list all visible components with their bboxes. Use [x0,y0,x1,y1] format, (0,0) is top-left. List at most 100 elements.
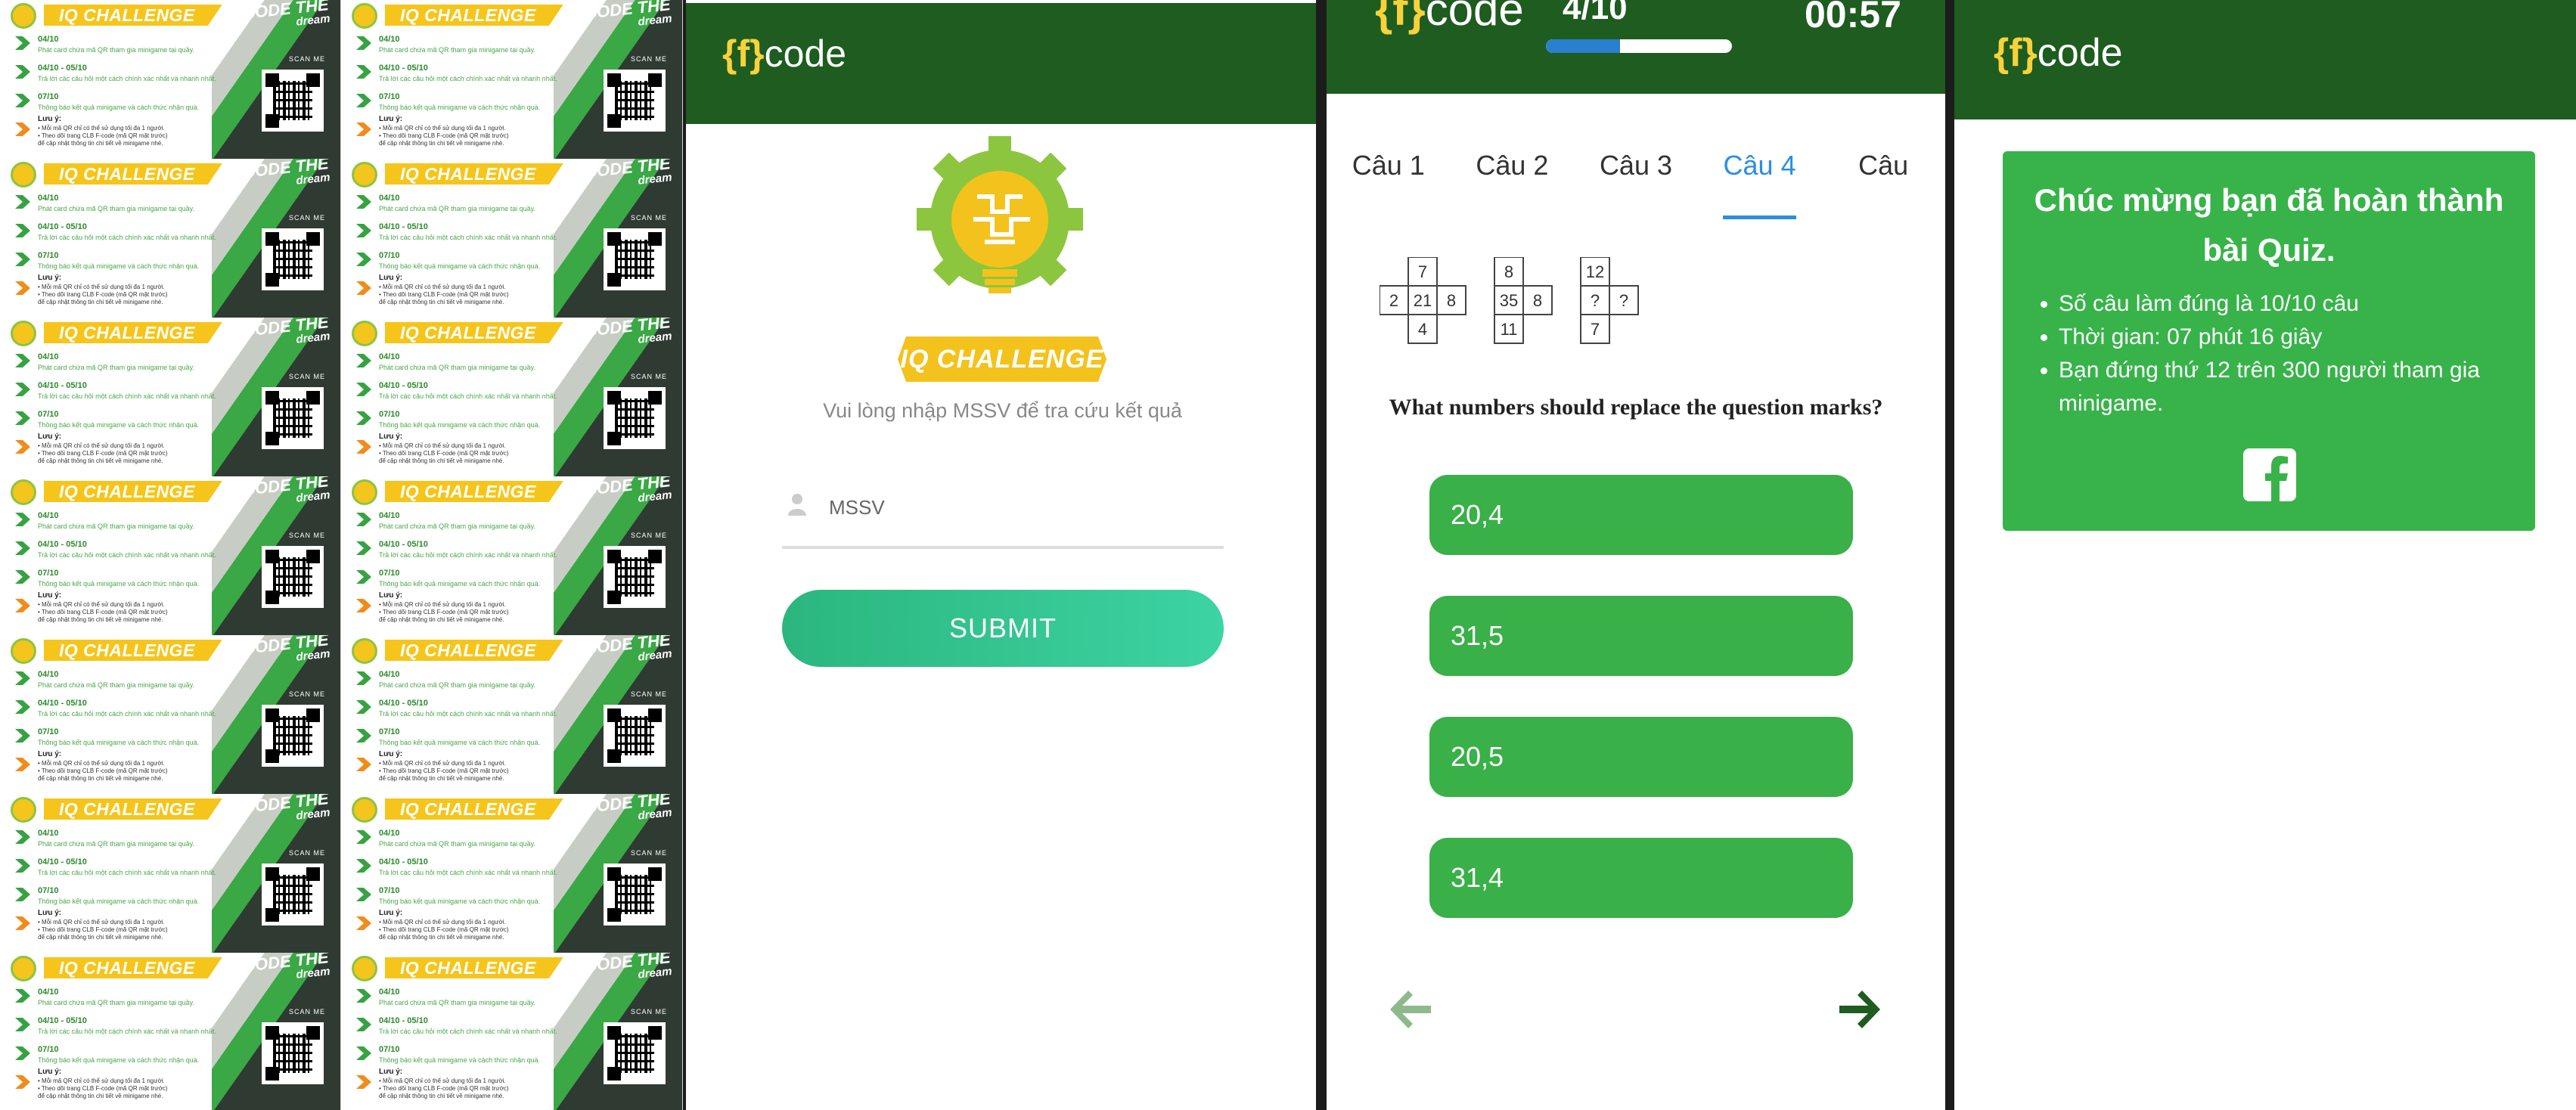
poster-note-1: • Mỗi mã QR chỉ có thể sử dụng tối đa 1 … [379,601,506,608]
chevron-right-icon [15,570,30,584]
logo-braces: {f} [722,33,765,75]
chevron-right-icon [356,888,371,901]
poster-text-2: Trả lời các câu hỏi một cách chính xác n… [379,710,557,718]
poster-text-3: Thông báo kết quả minigame và cách thức … [379,1056,541,1064]
countdown-timer: 00:57 [1805,0,1901,36]
fcode-logo[interactable]: {f} code [1994,30,2123,76]
tab-question-2[interactable]: Câu 2 [1451,97,1575,216]
poster-note-1: • Mỗi mã QR chỉ có thể sử dụng tối đa 1 … [379,125,506,132]
poster-banner: IQ CHALLENGE [385,5,563,26]
poster-card: IQ CHALLENGE CODE THE dream SCAN ME 04/10… [0,635,341,794]
tab-question-1[interactable]: Câu 1 [1327,97,1451,216]
poster-note-2: • Theo dõi trang CLB F-code (mã QR mặt t… [38,291,168,298]
poster-text-3: Thông báo kết quả minigame và cách thức … [38,898,200,905]
poster-date-3: 07/10 [38,92,59,101]
poster-text-1: Phát card chứa mã QR tham gia minigame t… [379,681,535,689]
answer-option-3[interactable]: 20,5 [1429,717,1853,797]
poster-text-2: Trả lời các câu hỏi một cách chính xác n… [38,869,216,876]
poster-note-title: Lưu ý: [379,591,403,600]
next-arrow-icon[interactable] [1833,983,1886,1036]
lightbulb-icon [11,479,36,505]
fcode-logo[interactable]: {f} code [1375,0,1524,36]
result-item-score: Số câu làm đúng là 10/10 câu [2059,287,2512,321]
poster-note-2: • Theo dõi trang CLB F-code (mã QR mặt t… [38,132,168,139]
poster-note-2: • Theo dõi trang CLB F-code (mã QR mặt t… [379,291,509,298]
puzzle-number: 7 [1418,262,1427,281]
poster-banner: IQ CHALLENGE [385,163,563,184]
tab-question-4[interactable]: Câu 4 [1698,97,1822,219]
qr-code-icon [604,705,666,767]
poster-text-3: Thông báo kết quả minigame và cách thức … [38,421,200,429]
poster-note-3: để cập nhật thông tin chi tiết về miniga… [379,457,504,464]
poster-card: IQ CHALLENGE CODE THE dream SCAN ME 04/10… [0,476,341,635]
poster-banner: IQ CHALLENGE [385,957,563,978]
poster-scan-label: SCAN ME [630,55,667,63]
poster-date-1: 04/10 [38,194,59,203]
chevron-right-icon [356,253,371,266]
chevron-right-icon [15,671,30,685]
chevron-right-icon [15,758,30,771]
poster-date-2: 04/10 - 05/10 [379,540,428,549]
chevron-right-icon [15,411,30,425]
submit-button[interactable]: SUBMIT [782,590,1224,667]
poster-banner: IQ CHALLENGE [44,163,222,184]
poster-text-2: Trả lời các câu hỏi một cách chính xác n… [379,75,557,82]
lightbulb-icon [352,162,377,188]
fcode-logo[interactable]: {f} code [722,32,846,76]
facebook-icon[interactable] [2243,448,2296,501]
poster-date-3: 07/10 [38,410,59,419]
lightbulb-icon [11,638,36,664]
poster-scan-label: SCAN ME [630,1008,667,1015]
lightbulb-icon [11,162,36,188]
chevron-right-icon [356,383,371,396]
poster-date-1: 04/10 [38,829,59,838]
poster-note-1: • Mỗi mã QR chỉ có thể sử dụng tối đa 1 … [38,919,165,926]
poster-text-3: Thông báo kết quả minigame và cách thức … [38,580,200,588]
mssv-input[interactable] [827,484,1209,531]
answer-option-1[interactable]: 20,4 [1429,475,1853,555]
poster-text-3: Thông báo kết quả minigame và cách thức … [38,262,200,270]
poster-card: IQ CHALLENGE CODE THE dream SCAN ME 04/10… [0,0,341,159]
poster-note-3: để cập nhật thông tin chi tiết về miniga… [379,775,504,782]
qr-code-icon [262,70,324,132]
poster-text-2: Trả lời các câu hỏi một cách chính xác n… [38,551,216,559]
lightbulb-icon [11,321,36,346]
poster-note-title: Lưu ý: [379,274,403,282]
chevron-right-icon [15,541,30,555]
poster-note-3: để cập nhật thông tin chi tiết về miniga… [379,616,504,623]
number-puzzle: 7 2 21 8 4 8 35 8 11 12? ? 7 [1380,257,1639,344]
mssv-field [782,476,1224,549]
poster-date-3: 07/10 [379,1045,400,1054]
poster-banner: IQ CHALLENGE [385,798,563,820]
poster-date-2: 04/10 - 05/10 [379,381,428,390]
tab-question-3[interactable]: Câu 3 [1574,97,1698,216]
chevron-right-icon [15,94,30,107]
poster-note-title: Lưu ý: [38,750,62,758]
chevron-right-icon [356,1046,371,1060]
poster-note-title: Lưu ý: [379,750,403,758]
poster-text-1: Phát card chứa mã QR tham gia minigame t… [38,999,194,1006]
chevron-right-icon [356,36,371,50]
tab-question-5[interactable]: Câu [1821,97,1945,216]
answer-option-2[interactable]: 31,5 [1429,596,1853,676]
poster-note-title: Lưu ý: [379,433,403,441]
poster-card: IQ CHALLENGE CODE THE dream SCAN ME 04/10… [341,318,683,476]
lightbulb-icon [352,956,377,981]
chevron-right-icon [356,599,371,612]
poster-banner: IQ CHALLENGE [44,5,222,26]
poster-banner: IQ CHALLENGE [44,798,222,820]
poster-note-title: Lưu ý: [379,1068,403,1076]
poster-note-2: • Theo dõi trang CLB F-code (mã QR mặt t… [38,767,168,774]
poster-date-1: 04/10 [379,194,400,203]
poster-grid-panel: IQ CHALLENGE CODE THE dream SCAN ME 04/10… [0,0,683,1110]
chevron-right-icon [15,700,30,714]
prev-arrow-icon[interactable] [1384,983,1437,1036]
poster-date-2: 04/10 - 05/10 [38,64,87,73]
poster-card: IQ CHALLENGE CODE THE dream SCAN ME 04/10… [341,794,683,953]
answer-option-4[interactable]: 31,4 [1429,838,1853,918]
poster-note-1: • Mỗi mã QR chỉ có thể sử dụng tối đa 1 … [379,760,506,767]
poster-note-2: • Theo dõi trang CLB F-code (mã QR mặt t… [379,767,509,774]
poster-text-1: Phát card chứa mã QR tham gia minigame t… [38,522,194,530]
result-card: Chúc mừng bạn đã hoàn thành bài Quiz. Số… [2003,151,2535,531]
chevron-right-icon [356,440,371,454]
